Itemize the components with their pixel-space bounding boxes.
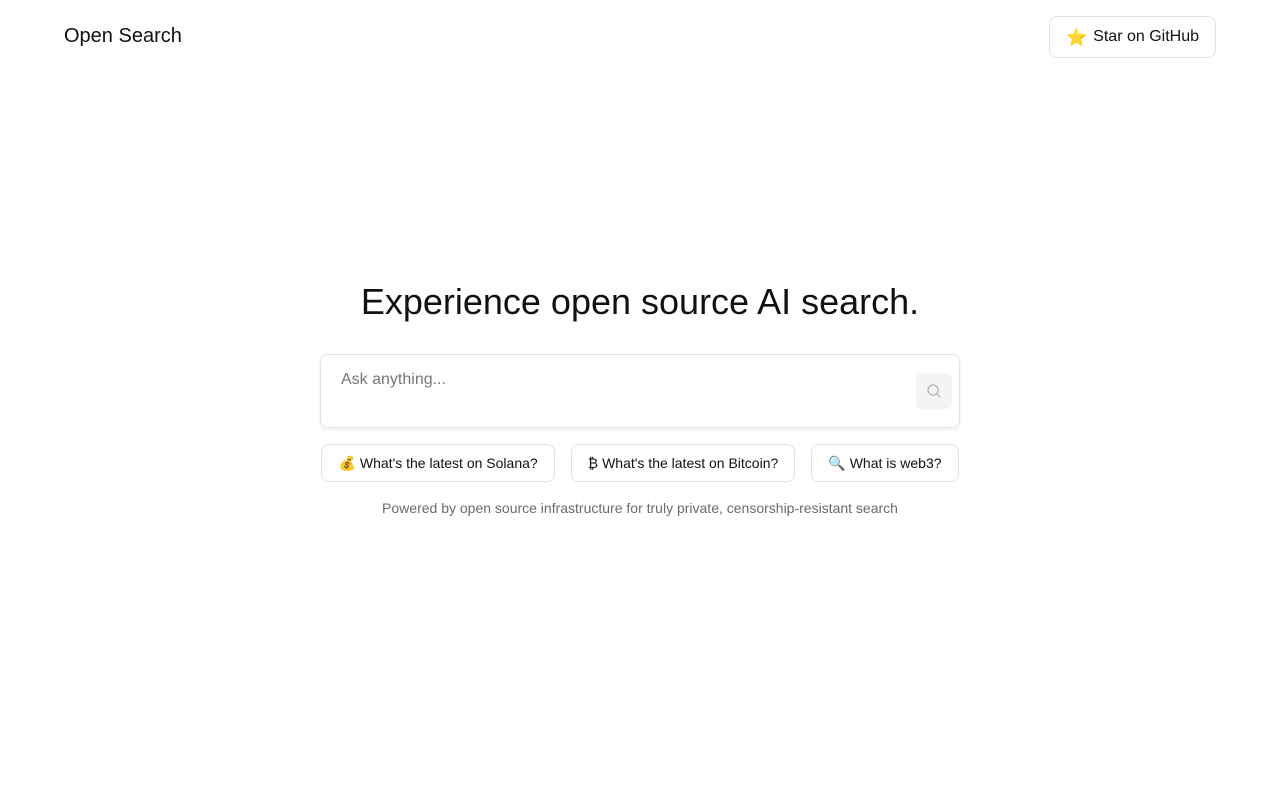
search-input[interactable]	[341, 369, 911, 417]
magnifier-icon: 🔍	[828, 455, 846, 471]
bitcoin-icon: ₿	[587, 455, 599, 471]
search-submit-button[interactable]	[916, 373, 952, 409]
powered-by-note: Powered by open source infrastructure fo…	[382, 500, 898, 516]
star-on-github-button[interactable]: ⭐ Star on GitHub	[1049, 16, 1216, 58]
suggestion-solana-button[interactable]: 💰 What's the latest on Solana?	[321, 444, 555, 482]
star-icon: ⭐	[1066, 27, 1088, 47]
suggestion-label: What's the latest on Bitcoin?	[602, 455, 779, 471]
suggestion-label: What's the latest on Solana?	[359, 455, 538, 471]
star-on-github-label: Star on GitHub	[1093, 28, 1199, 45]
page: Open Search ⭐ Star on GitHub Experience …	[0, 0, 1280, 800]
suggestion-bitcoin-button[interactable]: ₿ What's the latest on Bitcoin?	[570, 444, 796, 482]
search-box	[320, 354, 960, 428]
search-icon	[926, 383, 942, 399]
page-headline: Experience open source AI search.	[360, 281, 920, 322]
suggestion-label: What is web3?	[849, 455, 942, 471]
money-bag-icon: 💰	[338, 455, 356, 471]
brand-title[interactable]: Open Search	[64, 24, 182, 48]
suggestion-list: 💰 What's the latest on Solana? ₿ What's …	[0, 444, 1280, 482]
suggestion-web3-button[interactable]: 🔍 What is web3?	[811, 444, 959, 482]
